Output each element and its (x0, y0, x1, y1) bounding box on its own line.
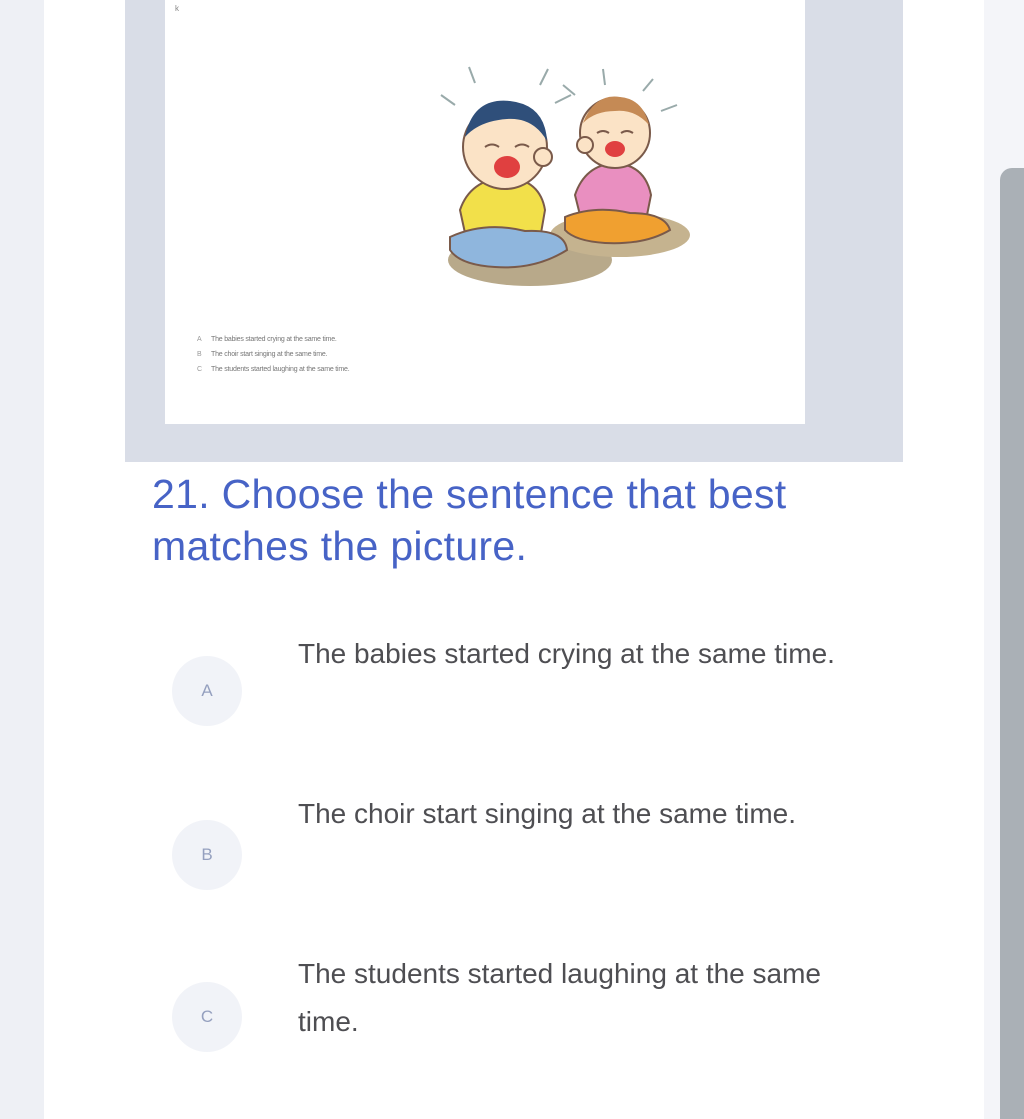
option-letter-badge[interactable]: A (172, 656, 242, 726)
question-title: 21. Choose the sentence that best matche… (152, 471, 787, 569)
answer-option-a[interactable]: A The babies started crying at the same … (172, 630, 872, 730)
option-text[interactable]: The babies started crying at the same ti… (298, 630, 838, 678)
question-image: k A The babies started crying at the sam… (165, 0, 805, 424)
question-image-frame: k A The babies started crying at the sam… (125, 0, 903, 462)
image-corner-mark: k (175, 4, 179, 13)
scrollbar-thumb[interactable] (1000, 168, 1024, 1119)
option-text[interactable]: The students started laughing at the sam… (298, 950, 838, 1046)
image-option-a: A The babies started crying at the same t… (197, 336, 337, 343)
crying-babies-illustration (440, 66, 690, 286)
answer-option-b[interactable]: B The choir start singing at the same ti… (172, 790, 872, 890)
image-option-list: A The babies started crying at the same t… (197, 332, 350, 377)
image-option-b: B The choir start singing at the same tim… (197, 351, 328, 358)
option-letter-badge[interactable]: B (172, 820, 242, 890)
image-option-c: C The students started laughing at the sa… (197, 366, 350, 373)
option-text[interactable]: The choir start singing at the same time… (298, 790, 838, 838)
answer-option-c[interactable]: C The students started laughing at the s… (172, 950, 872, 1052)
option-letter-badge[interactable]: C (172, 982, 242, 1052)
